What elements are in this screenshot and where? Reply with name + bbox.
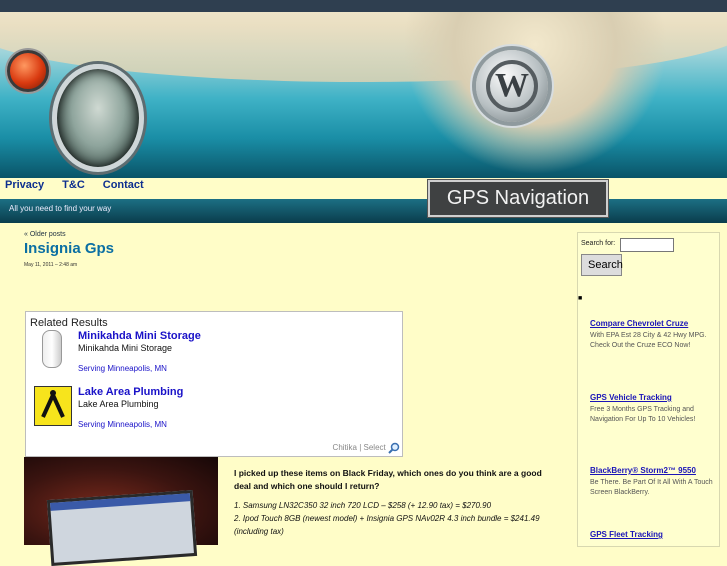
search-label: Search for: xyxy=(581,240,616,247)
nav-tc-link[interactable]: T&C xyxy=(62,179,85,191)
sponsored-ad[interactable]: Compare Chevrolet Cruze With EPA Est 28 … xyxy=(590,319,718,351)
older-posts-link[interactable]: « Older posts xyxy=(24,231,66,238)
post-date: May 11, 2011 – 2:48 am xyxy=(24,262,78,268)
result-title[interactable]: Minikahda Mini Storage xyxy=(78,330,201,342)
post-gps-photo xyxy=(24,457,218,566)
nav-privacy-link[interactable]: Privacy xyxy=(5,179,44,191)
post-question: I picked up these items on Black Friday,… xyxy=(234,468,542,491)
bullet-icon: ■ xyxy=(578,295,583,302)
result-title[interactable]: Lake Area Plumbing xyxy=(78,386,183,398)
sidebar: Search for: Search ■ Compare Chevrolet C… xyxy=(577,232,720,547)
site-tagline: All you need to find your way xyxy=(9,204,112,213)
top-bar xyxy=(0,0,727,12)
ad-description: Free 3 Months GPS Tracking and Navigatio… xyxy=(590,406,696,423)
post-item: 2. Ipod Touch 8GB (newest model) + Insig… xyxy=(234,514,540,536)
sponsored-ad[interactable]: GPS Vehicle Tracking Free 3 Months GPS T… xyxy=(590,393,718,425)
gps-screen xyxy=(46,489,198,566)
post-body: I picked up these items on Black Friday,… xyxy=(234,467,554,538)
related-results-box: Related Results Minikahda Mini Storage M… xyxy=(25,311,403,457)
result-location[interactable]: Serving Minneapolis, MN xyxy=(78,364,167,373)
result-subtitle: Lake Area Plumbing xyxy=(78,399,159,409)
search-button[interactable]: Search xyxy=(581,254,623,276)
ad-title[interactable]: Compare Chevrolet Cruze xyxy=(590,319,718,328)
site-title-box[interactable]: GPS Navigation xyxy=(428,180,608,217)
result-subtitle: Minikahda Mini Storage xyxy=(78,343,173,353)
nav-contact-link[interactable]: Contact xyxy=(103,179,144,191)
header-photo-circle xyxy=(52,64,144,172)
ad-description: Be There. Be Part Of It All With A Touch… xyxy=(590,479,713,496)
ad-title[interactable]: GPS Vehicle Tracking xyxy=(590,393,718,402)
yellow-pages-icon xyxy=(34,386,72,426)
search-input[interactable] xyxy=(620,238,674,252)
wordpress-logo-icon: W xyxy=(476,50,548,122)
header-orange-button-icon xyxy=(7,50,49,92)
related-results-heading: Related Results xyxy=(30,317,108,329)
site-title: GPS Navigation xyxy=(446,187,590,209)
result-location[interactable]: Serving Minneapolis, MN xyxy=(78,420,167,429)
chitika-label: Chitika | Select xyxy=(332,443,386,453)
sponsored-ad[interactable]: GPS Fleet Tracking xyxy=(590,530,718,539)
ad-description: With EPA Est 28 City & 42 Hwy MPG. Check… xyxy=(590,332,707,349)
post-title[interactable]: Insignia Gps xyxy=(24,240,114,257)
header-banner: W xyxy=(0,12,727,178)
storage-lock-icon xyxy=(34,330,70,370)
post-item: 1. Samsung LN32C350 32 inch 720 LCD – $2… xyxy=(234,501,492,510)
post-item-list: 1. Samsung LN32C350 32 inch 720 LCD – $2… xyxy=(234,499,554,538)
sponsored-ad[interactable]: BlackBerry® Storm2™ 9550 Be There. Be Pa… xyxy=(590,466,718,498)
ad-title[interactable]: GPS Fleet Tracking xyxy=(590,530,718,539)
main-nav: Privacy T&C Contact xyxy=(5,179,144,191)
chitika-footer[interactable]: Chitika | Select xyxy=(333,442,400,454)
magnifier-icon xyxy=(388,442,400,454)
ad-title[interactable]: BlackBerry® Storm2™ 9550 xyxy=(590,466,718,475)
